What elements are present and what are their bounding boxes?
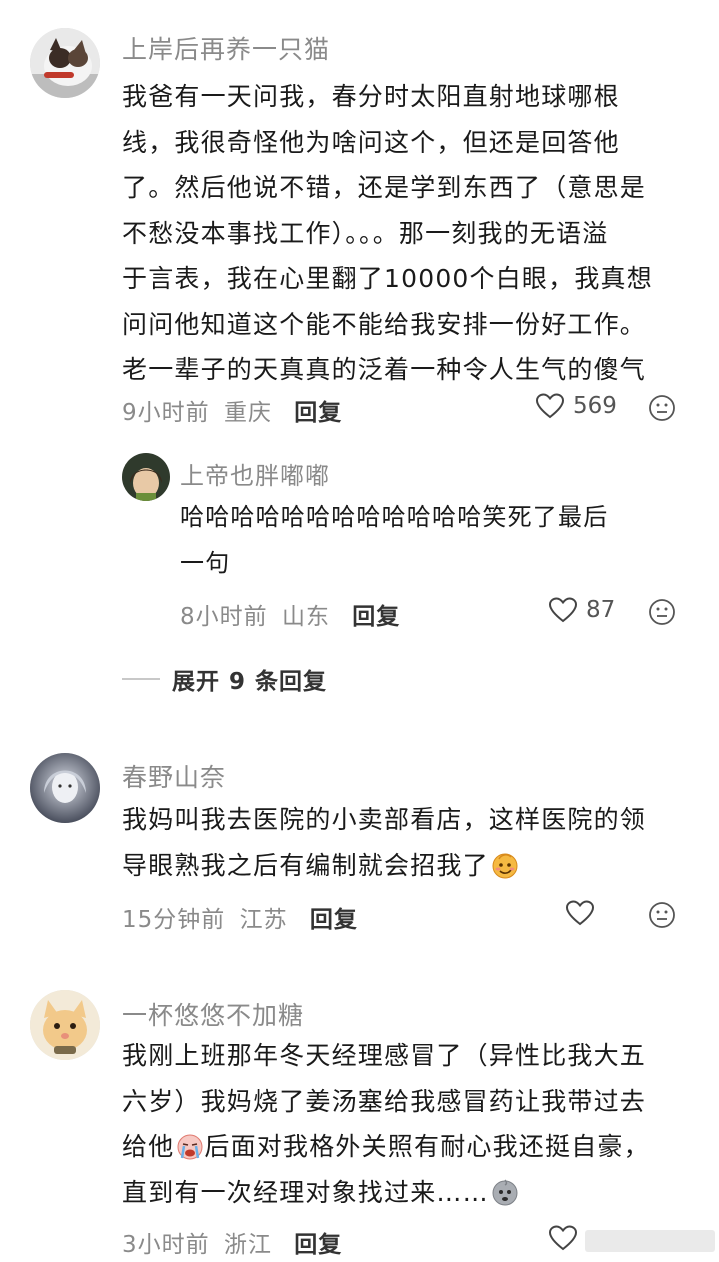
avatar[interactable] [30,28,100,98]
reply-button[interactable]: 回复 [310,907,358,933]
smiley-outline-icon[interactable] [648,394,676,422]
speechless-emoji-icon [492,1178,518,1205]
comment-line: 一句 [180,549,231,577]
smiley-outline-icon[interactable] [648,901,676,929]
comment-line: 我刚上班那年冬天经理感冒了（异性比我大五 [122,1041,647,1070]
like-button[interactable]: 569 [535,392,617,420]
like-button[interactable] [565,899,595,927]
location: 浙江 [223,1232,272,1258]
reply-button[interactable]: 回复 [294,1232,342,1258]
like-count: 569 [573,393,617,419]
timestamp: 9小时前 [122,400,210,426]
comment-line: 六岁）我妈烧了姜汤塞给我感冒药让我带过去 [122,1086,647,1116]
comment-line: 了。然后他说不错，还是学到东西了（意思是 [122,173,647,202]
comment-line: 哈哈哈哈哈哈哈哈哈哈哈哈笑死了最后 [180,503,609,531]
timestamp: 8小时前 [180,604,268,630]
comment-meta: 15分钟前 江苏 回复 [122,900,358,934]
comment-meta: 9小时前 重庆 回复 [122,393,342,427]
avatar[interactable] [30,990,100,1060]
username[interactable]: 春野山奈 [122,758,226,794]
expand-replies-label: 展开 9 条回复 [172,669,328,695]
comment-line: 于言表，我在心里翻了10000个白眼，我真想 [122,264,653,293]
comment-body: 哈哈哈哈哈哈哈哈哈哈哈哈笑死了最后 一句 [180,494,710,586]
crying-emoji-icon [177,1134,203,1160]
smirk-emoji-icon [492,853,518,878]
reply-button[interactable]: 回复 [352,604,400,630]
smiley-outline-icon[interactable] [648,598,676,626]
location: 江苏 [239,907,288,933]
comment-line: 我爸有一天问我，春分时太阳直射地球哪根 [122,82,620,111]
avatar[interactable] [30,753,100,823]
heart-outline-icon [535,393,565,419]
like-count: 87 [586,597,616,623]
timestamp: 3小时前 [122,1232,210,1258]
comment-line: 线，我很奇怪他为啥问这个，但还是回答他 [122,127,620,157]
timestamp: 15分钟前 [122,907,226,933]
divider [122,678,160,680]
comment-body: 我刚上班那年冬天经理感冒了（异性比我大五 六岁）我妈烧了姜汤塞给我感冒药让我带过… [122,1033,712,1215]
heart-outline-icon [548,597,578,623]
comment-line: 导眼熟我之后有编制就会招我了 [122,843,712,889]
comment-body: 我妈叫我去医院的小卖部看店，这样医院的领 导眼熟我之后有编制就会招我了 [122,797,712,888]
heart-outline-icon [565,900,595,926]
location: 山东 [281,604,330,630]
reply-button[interactable]: 回复 [294,400,342,426]
comment-meta: 3小时前 浙江 回复 [122,1225,342,1259]
location: 重庆 [223,400,272,426]
like-button[interactable] [548,1224,578,1252]
comment-line: 老一辈子的天真真的泛着一种令人生气的傻气 [122,355,647,384]
avatar[interactable] [122,453,170,501]
like-button[interactable]: 87 [548,596,615,624]
username[interactable]: 上岸后再养一只猫 [122,30,330,66]
comment-body: 我爸有一天问我，春分时太阳直射地球哪根 线，我很奇怪他为啥问这个，但还是回答他 … [122,74,712,393]
comment-meta: 8小时前 山东 回复 [180,597,400,631]
username[interactable]: 上帝也胖嘟嘟 [180,456,330,491]
comment-line: 问问他知道这个能不能给我安排一份好工作。 [122,309,647,339]
comment-line: 不愁没本事找工作）。。。那一刻我的无语溢 [122,218,609,248]
comment-line: 给他 后面对我格外关照有耐心我还挺自豪， [122,1132,650,1161]
comment-line: 直到有一次经理对象找过来…… [122,1170,712,1216]
heart-outline-icon [548,1225,578,1251]
watermark-overlay [585,1230,715,1252]
comment-line: 我妈叫我去医院的小卖部看店，这样医院的领 [122,805,647,834]
expand-replies-button[interactable]: 展开 9 条回复 [122,662,327,696]
username[interactable]: 一杯悠悠不加糖 [122,996,304,1032]
